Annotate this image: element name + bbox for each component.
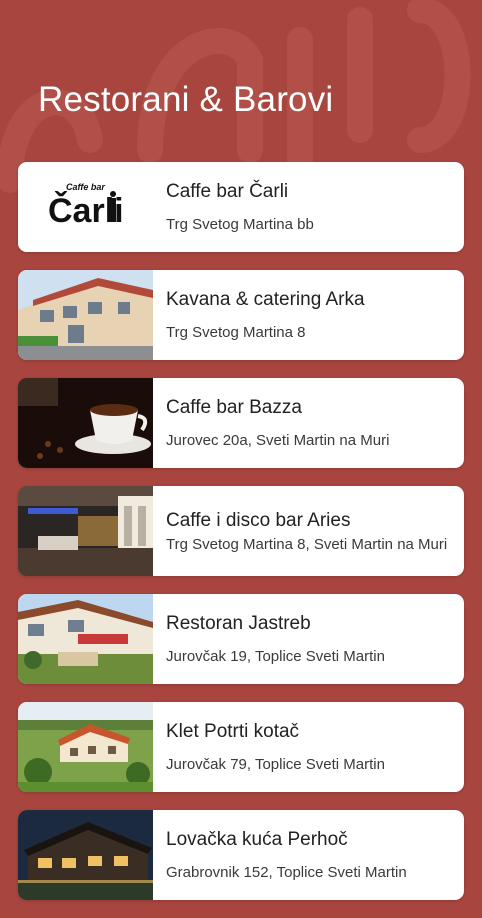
- places-list: Caffe bar Čarli Caffe bar Čarli Trg Svet…: [18, 162, 464, 918]
- place-address: Trg Svetog Martina bb: [166, 216, 314, 233]
- place-card-jastreb[interactable]: Restoran Jastreb Jurovčak 19, Toplice Sv…: [18, 594, 464, 684]
- place-name: Caffe i disco bar Aries: [166, 509, 351, 531]
- place-card-arka[interactable]: Kavana & catering Arka Trg Svetog Martin…: [18, 270, 464, 360]
- arka-building-thumbnail: [18, 270, 153, 360]
- carli-logo-thumbnail: Caffe bar Čarli: [18, 162, 153, 252]
- restaurant-terrace-thumbnail: [18, 594, 153, 684]
- place-name: Klet Potrti kotač: [166, 721, 300, 742]
- place-name: Caffe bar Bazza: [166, 397, 302, 418]
- coffee-cup-thumbnail: [18, 378, 153, 468]
- place-card-perhoc[interactable]: Lovačka kuća Perhoč Grabrovnik 152, Topl…: [18, 810, 464, 900]
- page-title: Restorani & Barovi: [38, 80, 334, 119]
- place-address: Grabrovnik 152, Toplice Sveti Martin: [166, 864, 407, 881]
- place-address: Trg Svetog Martina 8, Sveti Martin na Mu…: [166, 535, 448, 553]
- carli-logo-small-text: Caffe bar: [66, 182, 105, 192]
- place-address: Jurovčak 19, Toplice Sveti Martin: [166, 648, 385, 665]
- place-name: Caffe bar Čarli: [166, 181, 289, 202]
- place-name: Restoran Jastreb: [166, 613, 311, 634]
- place-address: Jurovčak 79, Toplice Sveti Martin: [166, 756, 385, 773]
- place-card-potrti-kotac[interactable]: Klet Potrti kotač Jurovčak 79, Toplice S…: [18, 702, 464, 792]
- place-address: Jurovec 20a, Sveti Martin na Muri: [166, 432, 390, 449]
- place-name: Lovačka kuća Perhoč: [166, 829, 348, 850]
- place-card-bazza[interactable]: Caffe bar Bazza Jurovec 20a, Sveti Marti…: [18, 378, 464, 468]
- place-card-aries[interactable]: Caffe i disco bar Aries Trg Svetog Marti…: [18, 486, 464, 576]
- place-address: Trg Svetog Martina 8: [166, 324, 306, 341]
- place-card-carli[interactable]: Caffe bar Čarli Caffe bar Čarli Trg Svet…: [18, 162, 464, 252]
- bar-interior-thumbnail: [18, 486, 153, 576]
- lodge-night-thumbnail: [18, 810, 153, 900]
- place-name: Kavana & catering Arka: [166, 289, 365, 310]
- countryside-house-thumbnail: [18, 702, 153, 792]
